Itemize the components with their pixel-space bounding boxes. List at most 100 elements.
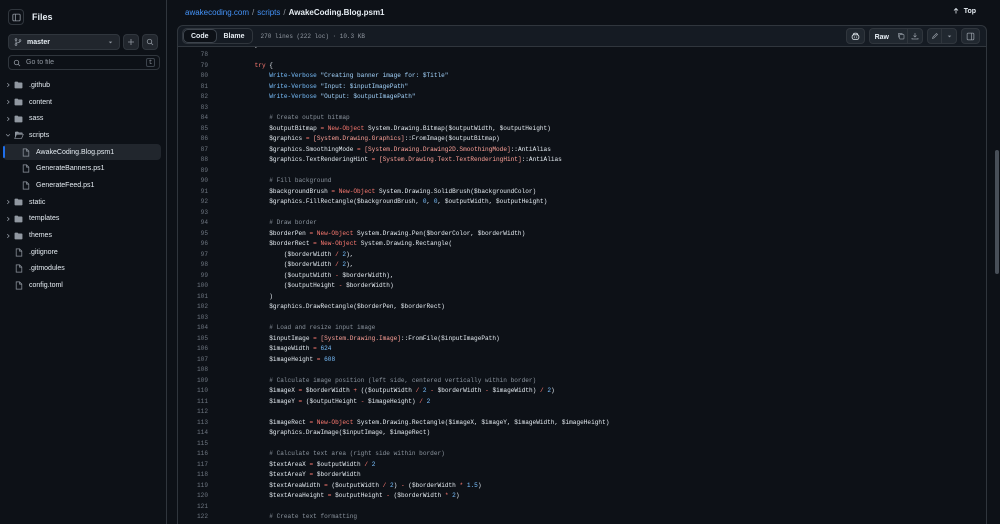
line-number[interactable]: 92 (178, 198, 208, 205)
file-tree-item[interactable]: config.toml (3, 277, 161, 294)
line-number[interactable]: 81 (178, 83, 208, 90)
line-number[interactable]: 103 (178, 314, 208, 321)
chevron-right-icon[interactable] (3, 199, 13, 205)
edit-button[interactable] (928, 29, 942, 43)
code-line: 95 $borderPen = New-Object System.Drawin… (178, 228, 986, 239)
line-number[interactable]: 105 (178, 335, 208, 342)
line-number[interactable]: 121 (178, 503, 208, 510)
code-token: System.Drawing.Rectangle($imageX, $image… (357, 418, 610, 426)
line-number[interactable]: 85 (178, 125, 208, 132)
line-number[interactable]: 100 (178, 282, 208, 289)
line-number[interactable]: 114 (178, 429, 208, 436)
line-number[interactable]: 102 (178, 303, 208, 310)
file-tree-item[interactable]: GenerateFeed.ps1 (3, 177, 161, 194)
add-file-button[interactable] (123, 34, 139, 50)
scrollbar-track[interactable] (994, 0, 1000, 524)
branch-name: master (27, 38, 50, 46)
top-label: Top (963, 7, 976, 15)
chevron-right-icon[interactable] (3, 216, 13, 222)
chevron-right-icon[interactable] (3, 99, 13, 105)
line-number[interactable]: 78 (178, 51, 208, 58)
collapse-sidebar-button[interactable] (8, 9, 24, 25)
sidebar-header: Files (8, 8, 53, 26)
code-token: 1.5 (466, 481, 478, 489)
raw-button[interactable]: Raw (869, 29, 894, 43)
chevron-right-icon[interactable] (3, 116, 13, 122)
line-number[interactable]: 117 (178, 461, 208, 468)
edit-dropdown-button[interactable] (942, 29, 956, 43)
file-tree-item[interactable]: content (3, 94, 161, 111)
line-number[interactable]: 94 (178, 219, 208, 226)
line-number[interactable]: 109 (178, 377, 208, 384)
file-tree-item[interactable]: .github (3, 77, 161, 94)
code-text: Write-Verbose "Creating banner image for… (208, 72, 448, 79)
file-tree-item[interactable]: .gitmodules (3, 261, 161, 278)
go-to-file-input[interactable] (26, 59, 146, 66)
line-number[interactable]: 107 (178, 356, 208, 363)
copy-raw-button[interactable] (894, 29, 908, 43)
line-number[interactable]: 79 (178, 62, 208, 69)
chevron-right-icon[interactable] (3, 82, 13, 88)
line-number[interactable]: 101 (178, 293, 208, 300)
scroll-to-top-button[interactable]: Top (952, 7, 976, 15)
code-token: ::AntiAlias (510, 145, 551, 153)
scrollbar-thumb[interactable] (995, 150, 999, 274)
breadcrumb-repo-link[interactable]: awakecoding.com (185, 8, 249, 17)
go-to-file-search[interactable]: t (8, 55, 160, 70)
line-number[interactable]: 118 (178, 471, 208, 478)
line-number[interactable]: 80 (178, 72, 208, 79)
line-number[interactable]: 90 (178, 177, 208, 184)
line-number[interactable]: 106 (178, 345, 208, 352)
line-number[interactable]: 97 (178, 251, 208, 258)
line-number[interactable]: 82 (178, 93, 208, 100)
line-number[interactable]: 112 (178, 408, 208, 415)
line-number[interactable]: 104 (178, 324, 208, 331)
line-number[interactable]: 86 (178, 135, 208, 142)
line-number[interactable]: 95 (178, 230, 208, 237)
branch-selector[interactable]: master (8, 34, 120, 50)
line-number[interactable]: 110 (178, 387, 208, 394)
line-number[interactable]: 120 (178, 492, 208, 499)
file-tree-item[interactable]: scripts (3, 127, 161, 144)
breadcrumb-folder-link[interactable]: scripts (257, 8, 280, 17)
line-number[interactable]: 77 (178, 47, 208, 48)
symbols-panel-button[interactable] (961, 28, 980, 44)
line-number[interactable]: 93 (178, 209, 208, 216)
line-number[interactable]: 111 (178, 398, 208, 405)
line-number[interactable]: 98 (178, 261, 208, 268)
line-number[interactable]: 84 (178, 114, 208, 121)
tab-code[interactable]: Code (183, 29, 217, 43)
file-tree-item[interactable]: AwakeCoding.Blog.psm1 (3, 143, 161, 161)
line-number[interactable]: 89 (178, 167, 208, 174)
line-number[interactable]: 87 (178, 146, 208, 153)
line-number[interactable]: 99 (178, 272, 208, 279)
file-tree-item[interactable]: static (3, 194, 161, 211)
line-number[interactable]: 119 (178, 482, 208, 489)
file-tree-item[interactable]: .gitignore (3, 244, 161, 261)
chevron-down-icon[interactable] (3, 132, 13, 138)
copilot-button[interactable] (845, 28, 865, 44)
code-text: $imageY = ($outputHeight - $imageHeight)… (208, 398, 430, 405)
line-number[interactable]: 108 (178, 366, 208, 373)
line-number[interactable]: 96 (178, 240, 208, 247)
line-number[interactable]: 122 (178, 513, 208, 520)
line-number[interactable]: 83 (178, 104, 208, 111)
line-number[interactable]: 113 (178, 419, 208, 426)
line-number[interactable]: 116 (178, 450, 208, 457)
code-token: [System.Drawing.Text.TextRenderingHint] (378, 156, 522, 164)
line-number[interactable]: 88 (178, 156, 208, 163)
file-tree-item[interactable]: GenerateBanners.ps1 (3, 160, 161, 177)
code-text: ($borderWidth / 2), (208, 261, 354, 268)
chevron-right-icon[interactable] (3, 233, 13, 239)
code-token: Write-Verbose (240, 82, 321, 90)
file-tree-item[interactable]: templates (3, 211, 161, 228)
code-token: = New-Object (309, 229, 358, 237)
file-tree-item[interactable]: themes (3, 227, 161, 244)
download-button[interactable] (908, 29, 922, 43)
code-token: System.Drawing.SolidBrush($backgroundCol… (378, 187, 537, 195)
line-number[interactable]: 91 (178, 188, 208, 195)
file-tree-item[interactable]: sass (3, 110, 161, 127)
tab-blame[interactable]: Blame (217, 29, 252, 43)
line-number[interactable]: 115 (178, 440, 208, 447)
search-code-button[interactable] (142, 34, 158, 50)
